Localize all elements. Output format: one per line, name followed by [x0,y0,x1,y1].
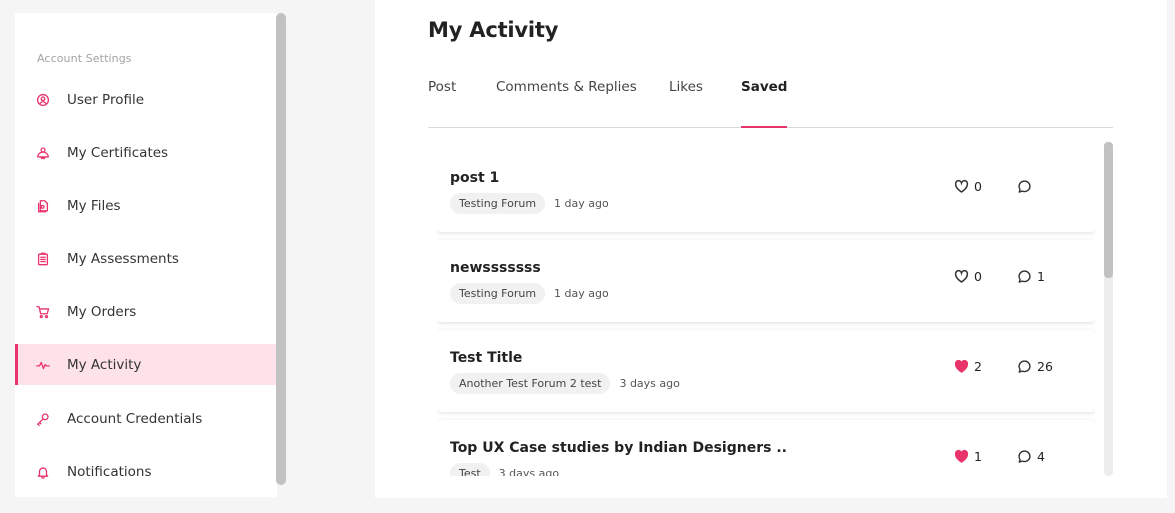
like-button[interactable]: 0 [954,269,982,284]
comment-icon [1018,270,1031,283]
sidebar-item-label: My Files [67,197,121,214]
like-count: 0 [974,179,982,194]
sidebar-item-label: User Profile [67,91,145,108]
sidebar-item-my-certificates[interactable]: My Certificates [15,132,277,173]
activity-icon [35,357,51,373]
sidebar-item-my-orders[interactable]: My Orders [15,291,277,332]
clipboard-icon [35,251,51,267]
post-card[interactable]: Top UX Case studies by Indian Designers … [437,420,1095,476]
comment-icon [1018,360,1031,373]
tab-likes[interactable]: Likes [669,79,703,127]
page-title: My Activity [428,18,559,42]
sidebar-item-my-assessments[interactable]: My Assessments [15,238,277,279]
post-meta: Test 3 days ago [450,463,559,476]
comment-button[interactable]: 1 [1017,269,1045,284]
activity-panel: My Activity Post Comments & Replies Like… [375,0,1167,498]
bell-icon [35,464,51,480]
sidebar-item-user-profile[interactable]: User Profile [15,79,277,120]
sidebar-item-label: My Certificates [67,144,169,161]
like-button[interactable]: 2 [954,359,982,374]
forum-tag[interactable]: Testing Forum [450,283,546,304]
forum-tag[interactable]: Another Test Forum 2 test [450,373,611,394]
tab-comments-replies[interactable]: Comments & Replies [496,79,637,127]
heart-outline-icon [954,179,969,193]
sidebar-item-account-credentials[interactable]: Account Credentials [15,398,277,439]
post-time: 1 day ago [554,197,609,210]
comment-icon [1018,450,1031,463]
like-count: 2 [974,359,982,374]
account-sidebar: Account Settings User Profile My Certifi… [15,13,277,497]
tab-saved[interactable]: Saved [741,79,788,128]
sidebar-item-my-files[interactable]: My Files [15,185,277,226]
sidebar-heading: Account Settings [37,52,132,65]
like-count: 1 [974,449,982,464]
post-card[interactable]: post 1 Testing Forum 1 day ago 0 [437,150,1095,232]
list-scrollbar-thumb[interactable] [1104,142,1113,278]
post-title[interactable]: newsssssss [450,260,541,276]
post-meta: Testing Forum 1 day ago [450,193,609,214]
comment-button[interactable] [1017,179,1037,194]
heart-filled-icon [954,359,969,373]
saved-posts-list: post 1 Testing Forum 1 day ago 0 newssss… [437,150,1095,476]
sidebar-item-my-activity[interactable]: My Activity [15,344,277,385]
comment-count: 4 [1037,449,1045,464]
comment-icon [1018,180,1031,193]
files-icon [35,198,51,214]
sidebar-item-label: My Orders [67,303,137,320]
post-card[interactable]: newsssssss Testing Forum 1 day ago 0 1 [437,240,1095,322]
like-count: 0 [974,269,982,284]
comment-button[interactable]: 26 [1017,359,1053,374]
activity-tabs: Post Comments & Replies Likes Saved [428,79,1113,128]
post-title[interactable]: Top UX Case studies by Indian Designers … [450,440,787,456]
post-time: 1 day ago [554,287,609,300]
post-meta: Testing Forum 1 day ago [450,283,609,304]
post-title[interactable]: Test Title [450,350,522,366]
post-time: 3 days ago [619,377,680,390]
tab-post[interactable]: Post [428,79,456,127]
heart-outline-icon [954,269,969,283]
sidebar-item-label: My Activity [67,356,142,373]
forum-tag[interactable]: Testing Forum [450,193,546,214]
post-card[interactable]: Test Title Another Test Forum 2 test 3 d… [437,330,1095,412]
sidebar-item-label: Notifications [67,463,152,480]
comment-count: 1 [1037,269,1045,284]
post-time: 3 days ago [498,467,560,476]
comment-count: 26 [1037,359,1053,374]
post-title[interactable]: post 1 [450,170,499,186]
post-meta: Another Test Forum 2 test 3 days ago [450,373,680,394]
forum-tag[interactable]: Test [450,463,490,476]
comment-button[interactable]: 4 [1017,449,1045,464]
sidebar-item-label: My Assessments [67,250,179,267]
sidebar-item-label: Account Credentials [67,410,203,427]
sidebar-scrollbar-thumb[interactable] [276,13,286,485]
certificate-icon [35,145,51,161]
heart-filled-icon [954,449,969,463]
user-icon [35,92,51,108]
like-button[interactable]: 0 [954,179,982,194]
cart-icon [35,304,51,320]
like-button[interactable]: 1 [954,449,982,464]
sidebar-item-notifications[interactable]: Notifications [15,451,277,492]
key-icon [35,411,51,427]
